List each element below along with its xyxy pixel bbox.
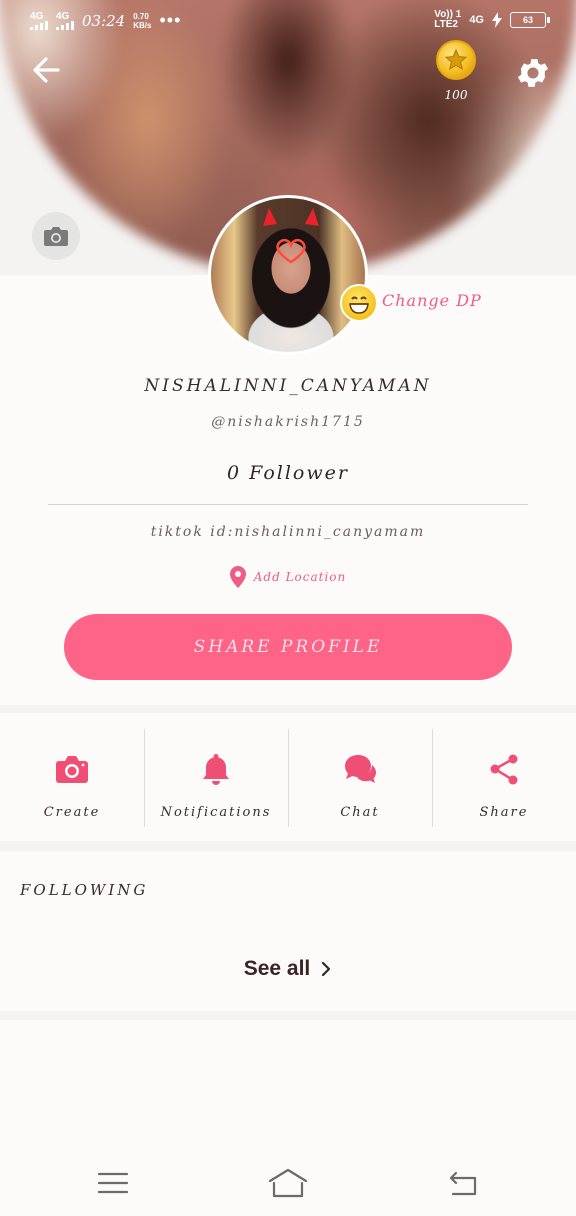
status-left: 4G 4G 03:24 0.70 KB/s •••: [30, 10, 181, 31]
status-right: Vo)) 1 LTE2 4G 63: [434, 10, 550, 30]
follower-count[interactable]: 0 Follower: [0, 462, 576, 484]
network-type: 4G: [469, 14, 484, 26]
battery-level: 63: [522, 15, 533, 25]
profile-avatar[interactable]: [208, 195, 368, 355]
signal-bars-icon: [30, 20, 48, 30]
sim1-label: 4G: [30, 10, 44, 22]
coin-count: 100: [444, 88, 468, 102]
star-icon: [444, 48, 468, 71]
change-dp-link[interactable]: Change DP: [382, 291, 482, 310]
menu-icon[interactable]: [96, 1168, 130, 1198]
coin-icon[interactable]: [436, 40, 476, 80]
camera-icon: [56, 756, 88, 783]
back-arrow-icon[interactable]: [28, 52, 64, 88]
camera-icon: [44, 227, 68, 246]
share-icon: [490, 754, 518, 785]
signal-bars-icon: [56, 20, 74, 30]
share-label: Share: [479, 805, 529, 820]
following-section: FOLLOWING See all: [0, 851, 576, 1011]
change-cover-button[interactable]: [32, 212, 80, 260]
signal-sim2: 4G: [56, 10, 74, 30]
back-icon[interactable]: [446, 1168, 480, 1198]
battery-icon: 63: [510, 12, 550, 28]
notifications-action[interactable]: Notifications: [144, 713, 288, 841]
grinning-emoji-icon[interactable]: [340, 284, 378, 322]
gear-icon[interactable]: [514, 54, 552, 92]
action-row: Create Notifications Chat Share: [0, 713, 576, 841]
clock: 03:24: [82, 11, 126, 30]
profile-username: NISHALINNI_CANYAMAN: [144, 376, 432, 396]
following-title: FOLLOWING: [20, 881, 149, 899]
share-action[interactable]: Share: [432, 713, 576, 841]
chat-icon: [345, 755, 376, 783]
chat-action[interactable]: Chat: [288, 713, 432, 841]
network-speed: 0.70 KB/s: [133, 12, 151, 30]
create-label: Create: [43, 805, 101, 820]
speed-unit: KB/s: [133, 20, 152, 30]
home-icon[interactable]: [266, 1166, 310, 1200]
volte-indicator: Vo)) 1 LTE2: [434, 10, 461, 30]
charging-icon: [492, 12, 502, 28]
signal-sim1: 4G: [30, 10, 48, 30]
profile-screen: 4G 4G 03:24 0.70 KB/s ••• Vo)) 1 LTE2 4G…: [0, 0, 576, 1216]
sim2-label: 4G: [56, 10, 70, 22]
divider: [48, 504, 528, 505]
system-nav-bar: [0, 1150, 576, 1216]
bell-icon: [203, 754, 229, 785]
add-location-link[interactable]: Add Location: [0, 566, 576, 588]
see-all-label: See all: [243, 957, 311, 980]
see-all-button[interactable]: See all: [0, 957, 576, 981]
notifications-label: Notifications: [160, 805, 272, 820]
status-bar: 4G 4G 03:24 0.70 KB/s ••• Vo)) 1 LTE2 4G…: [0, 0, 576, 44]
speed-value: 0.70: [133, 11, 149, 21]
share-profile-button[interactable]: SHARE PROFILE: [64, 614, 512, 680]
location-pin-icon: [229, 566, 246, 588]
more-notifications-icon: •••: [159, 10, 182, 30]
profile-handle: @nishakrish1715: [211, 414, 365, 430]
profile-bio: tiktok id:nishalinni_canyamam: [150, 524, 426, 540]
create-action[interactable]: Create: [0, 713, 144, 841]
location-label: Add Location: [253, 570, 347, 584]
chat-label: Chat: [340, 805, 380, 820]
heart-mask-decoration: [276, 238, 306, 264]
lte2-label: LTE2: [434, 19, 458, 30]
emoji-face: [349, 296, 369, 314]
chevron-right-icon: [322, 961, 331, 977]
devil-horns-decoration: [263, 208, 319, 226]
